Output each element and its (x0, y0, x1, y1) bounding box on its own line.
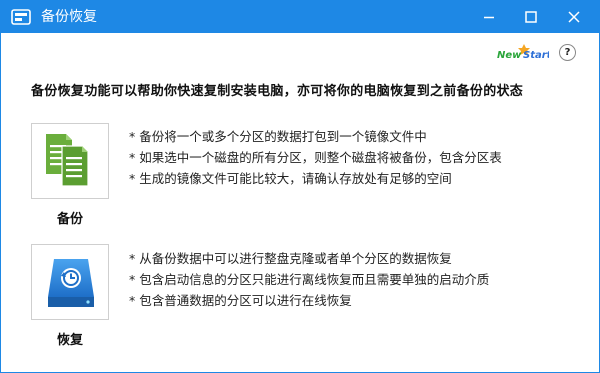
maximize-button[interactable] (511, 1, 551, 33)
disk-restore-icon (48, 259, 94, 307)
backup-description-list: * 备份将一个或多个分区的数据打包到一个镜像文件中 * 如果选中一个磁盘的所有分区，… (129, 126, 502, 189)
restore-description-list: * 从备份数据中可以进行整盘克隆或者单个分区的数据恢复 * 包含启动信息的分区只能进… (129, 248, 489, 311)
logo-text-start: Start (523, 50, 549, 61)
document-copy-icon (46, 134, 89, 187)
close-icon (568, 11, 580, 23)
help-button[interactable]: ? (559, 44, 576, 61)
backup-description-item: * 备份将一个或多个分区的数据打包到一个镜像文件中 (129, 129, 427, 144)
restore-description-item: * 包含普通数据的分区可以进行在线恢复 (129, 293, 352, 308)
newstart-logo: New Start (497, 42, 553, 62)
title-bar[interactable]: 备份恢复 (1, 1, 599, 33)
backup-description-item: * 如果选中一个磁盘的所有分区，则整个磁盘将被备份，包含分区表 (129, 150, 502, 165)
close-button[interactable] (554, 1, 594, 33)
restore-description-item: * 从备份数据中可以进行整盘克隆或者单个分区的数据恢复 (129, 251, 452, 266)
restore-button[interactable] (31, 244, 109, 320)
restore-label: 恢复 (57, 333, 84, 348)
backup-button[interactable] (31, 123, 109, 199)
minimize-button[interactable] (469, 1, 509, 33)
app-icon (11, 9, 31, 25)
restore-description-item: * 包含启动信息的分区只能进行离线恢复而且需要单独的启动介质 (129, 272, 490, 287)
window-title: 备份恢复 (41, 9, 97, 25)
logo-graphic: New Start (497, 44, 553, 61)
feature-summary: 备份恢复功能可以帮助你快速复制安装电脑，亦可将你的电脑恢复到之前备份的状态 (31, 84, 524, 99)
backup-restore-window: 备份恢复 New Start ? 备份恢复功能可以帮助你快速复制安装电脑，亦可将… (0, 0, 600, 373)
backup-label: 备份 (57, 212, 84, 227)
maximize-icon (525, 11, 537, 23)
backup-description-item: * 生成的镜像文件可能比较大，请确认存放处有足够的空间 (129, 171, 452, 186)
logo-text-new: New (497, 50, 522, 61)
minimize-icon (484, 16, 494, 19)
